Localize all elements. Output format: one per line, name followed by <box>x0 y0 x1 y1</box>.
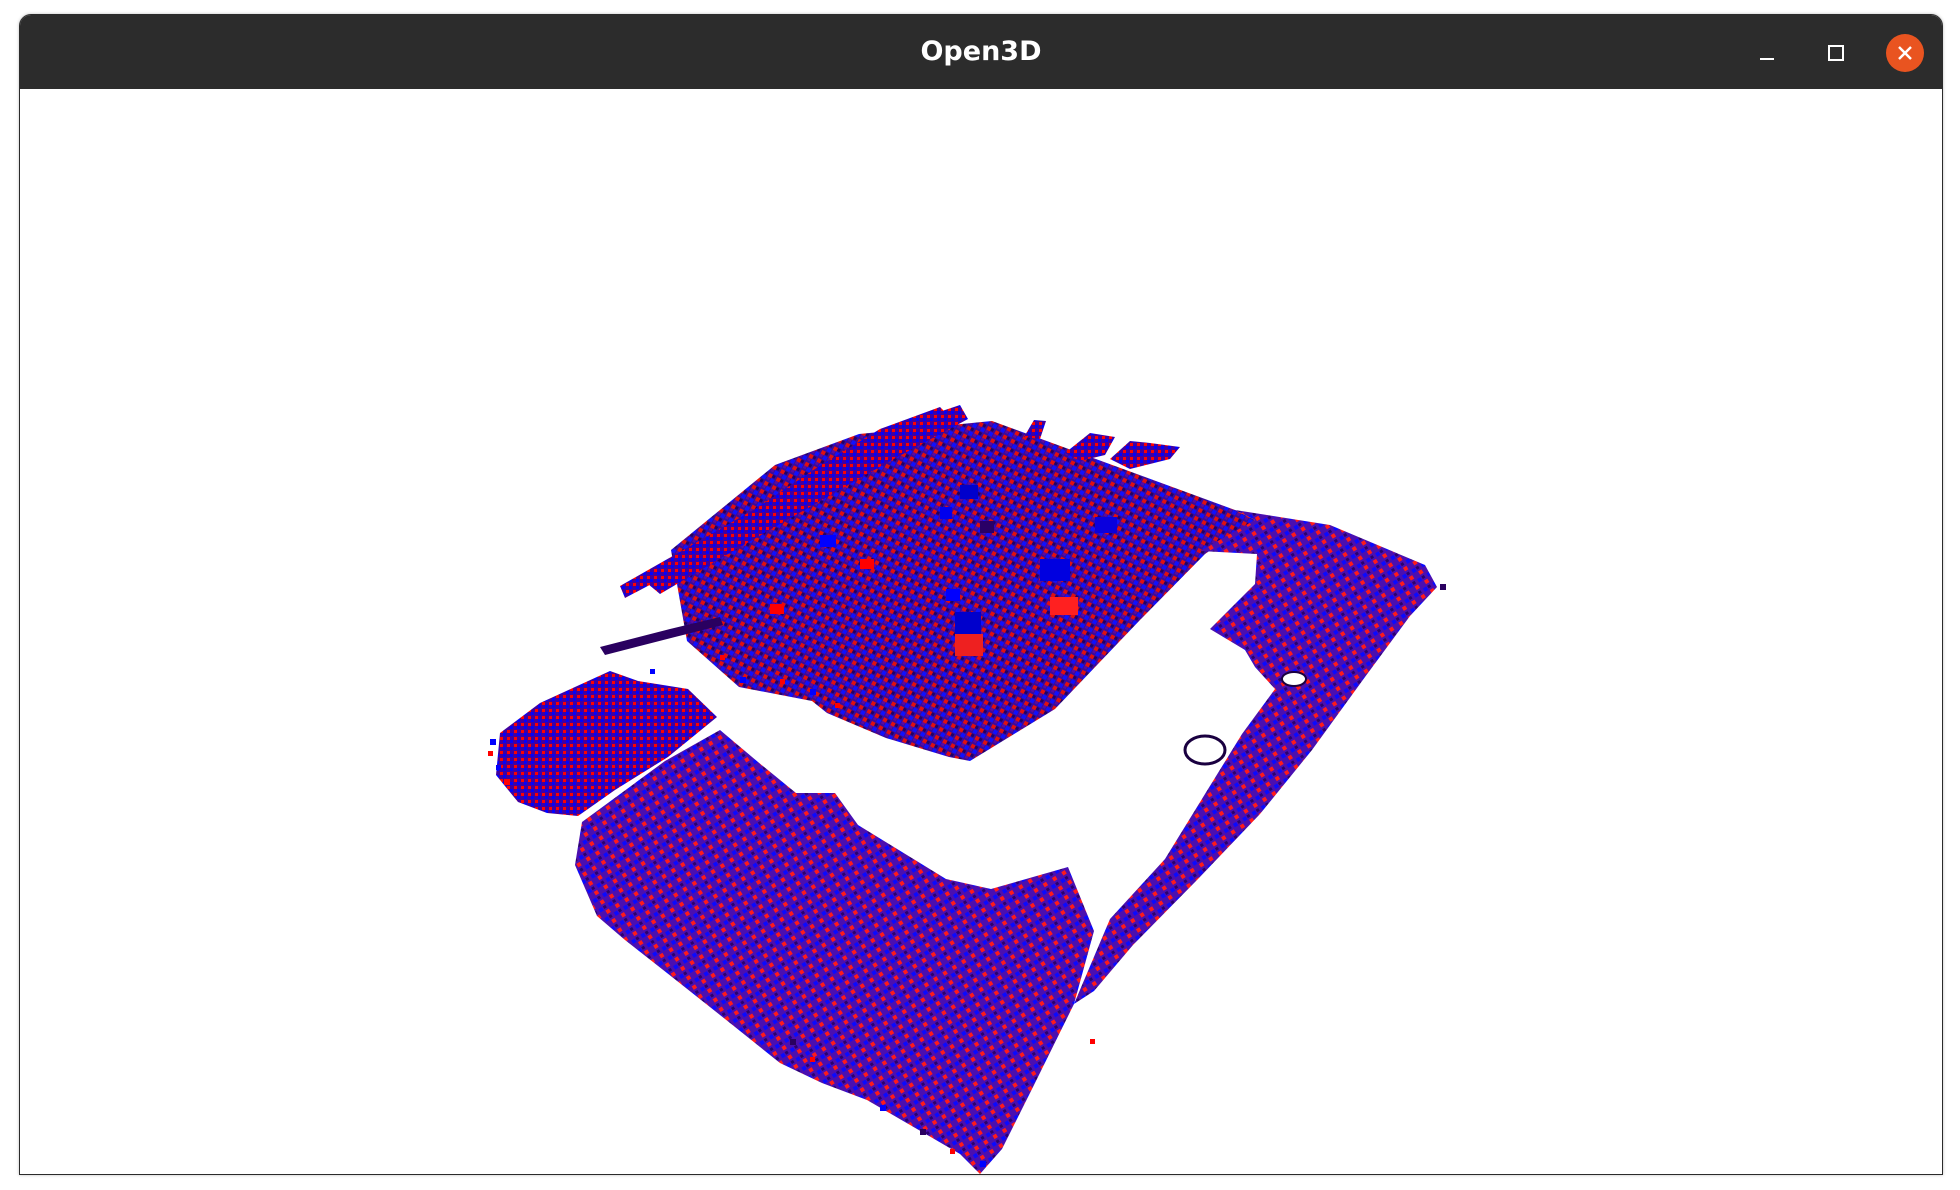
close-button[interactable] <box>1886 34 1924 72</box>
minimize-icon <box>1760 58 1774 60</box>
point-cloud-hole <box>1183 734 1227 766</box>
app-window: Open3D <box>19 14 1943 1175</box>
point-cloud-bottom-band <box>575 730 1094 1174</box>
point-cloud-render[interactable] <box>20 89 1942 1174</box>
close-icon <box>1898 46 1912 60</box>
maximize-icon <box>1828 45 1844 61</box>
point-cloud-top-block-3 <box>1110 441 1180 469</box>
minimize-button[interactable] <box>1748 34 1786 72</box>
maximize-button[interactable] <box>1817 34 1855 72</box>
title-bar[interactable]: Open3D <box>20 15 1942 89</box>
point-cloud-top-block-1 <box>1024 420 1046 439</box>
point-cloud-upper-plane <box>671 421 1255 761</box>
point-cloud-hole-2 <box>1281 671 1307 687</box>
point-cloud-top-block-2 <box>1065 433 1115 461</box>
3d-viewport[interactable] <box>20 89 1942 1174</box>
window-title: Open3D <box>920 36 1042 67</box>
